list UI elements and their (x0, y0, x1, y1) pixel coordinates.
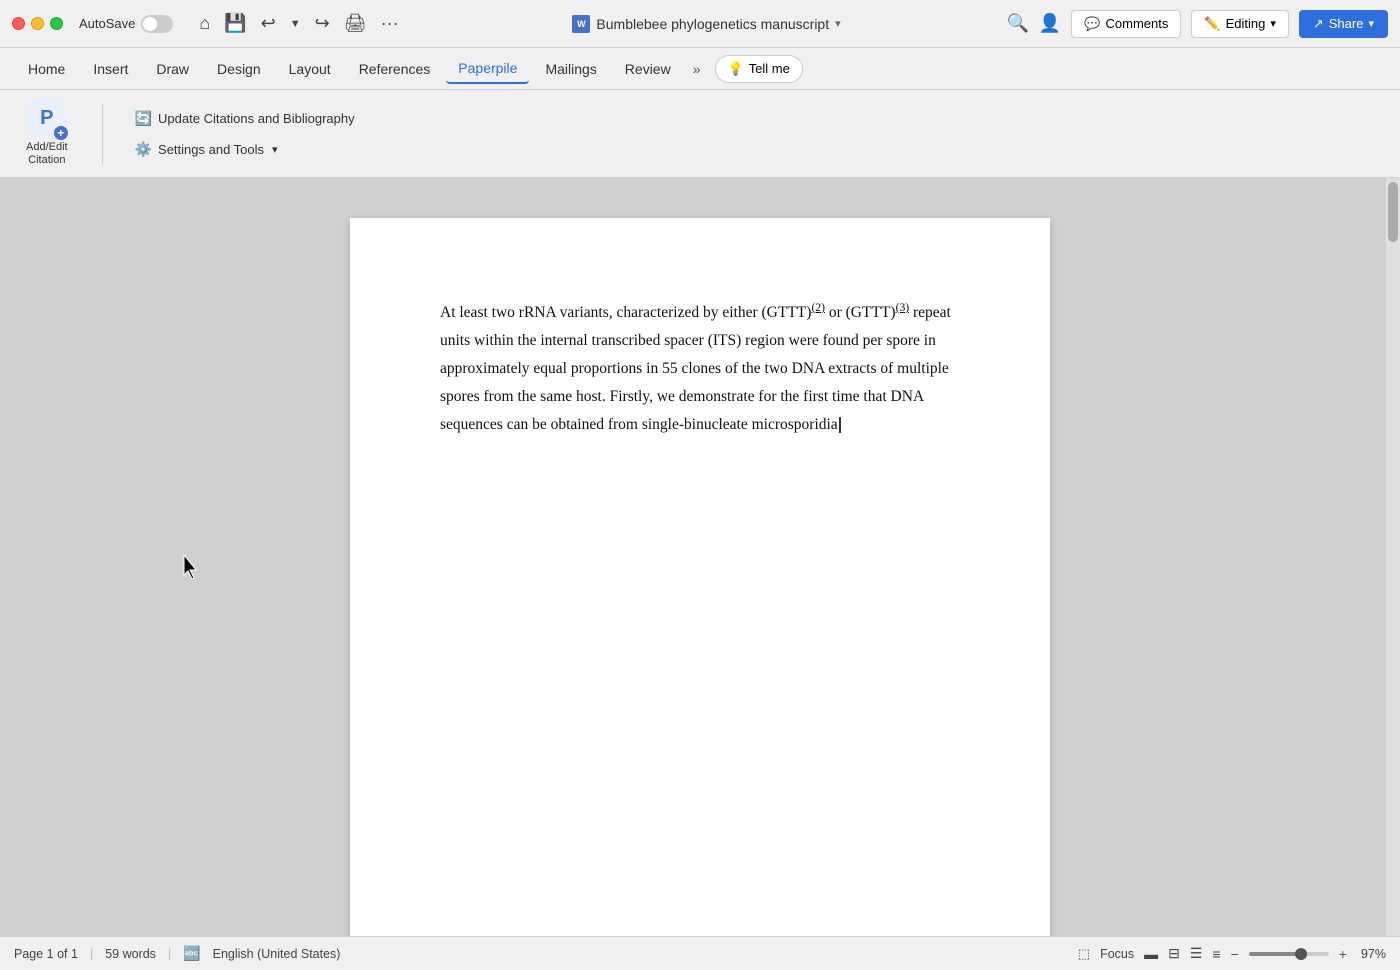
refresh-icon: 🔄 (135, 110, 152, 127)
doc-icon: W (572, 15, 590, 33)
ribbon-divider (102, 104, 103, 164)
vertical-scrollbar[interactable] (1386, 178, 1400, 936)
zoom-out-icon[interactable]: − (1231, 946, 1239, 962)
draft-view-icon[interactable]: ≡ (1212, 946, 1220, 962)
word-count: 59 words (105, 947, 156, 961)
zoom-in-icon[interactable]: + (1339, 946, 1347, 962)
autosave-area: AutoSave (79, 15, 173, 33)
spell-check-icon[interactable]: 🔤 (183, 945, 200, 962)
language[interactable]: English (United States) (213, 947, 341, 961)
status-bar: Page 1 of 1 | 59 words | 🔤 English (Unit… (0, 936, 1400, 970)
zoom-level: 97% (1361, 947, 1386, 961)
ribbon-tools: 🔄 Update Citations and Bibliography ⚙️ S… (127, 106, 363, 162)
document-title-area: W Bumblebee phylogenetics manuscript ▾ (415, 15, 999, 33)
comments-label: Comments (1106, 16, 1169, 31)
add-citation-label: Add/Edit Citation (26, 141, 68, 167)
paperpile-icon: P + (28, 100, 66, 138)
share-icon: ↗ (1313, 16, 1324, 32)
menu-review[interactable]: Review (613, 55, 683, 83)
menu-home[interactable]: Home (16, 55, 77, 83)
title-dropdown-icon[interactable]: ▾ (835, 17, 841, 30)
undo-icon[interactable]: ↩ (261, 13, 276, 34)
menu-layout[interactable]: Layout (277, 55, 343, 83)
tell-me-label: Tell me (749, 61, 790, 76)
status-right: ⬚ Focus ▬ ⊟ ☰ ≡ − + 97% (1078, 945, 1386, 962)
document-text: At least two rRNA variants, characterize… (440, 298, 960, 439)
title-bar-icons: ⌂ 💾 ↩ ▼ ↪ 🖨 ··· (199, 13, 398, 34)
status-divider-1: | (90, 947, 93, 961)
settings-dropdown-icon: ▾ (272, 143, 278, 156)
mouse-cursor (180, 553, 204, 586)
undo-dropdown-icon[interactable]: ▼ (290, 18, 301, 30)
page-content: At least two rRNA variants, characterize… (440, 298, 960, 439)
title-bar: AutoSave ⌂ 💾 ↩ ▼ ↪ 🖨 ··· W Bumblebee phy… (0, 0, 1400, 48)
editing-button[interactable]: ✏️ Editing ▾ (1191, 10, 1288, 38)
lightbulb-icon: 💡 (728, 61, 744, 77)
pencil-icon: ✏️ (1204, 16, 1220, 32)
share-dropdown-icon: ▾ (1368, 17, 1374, 30)
plus-icon: + (54, 126, 68, 140)
settings-tools-button[interactable]: ⚙️ Settings and Tools ▾ (127, 137, 363, 162)
gear-icon: ⚙️ (135, 141, 152, 158)
add-edit-citation-button[interactable]: P + Add/Edit Citation (16, 92, 78, 175)
menu-bar: Home Insert Draw Design Layout Reference… (0, 48, 1400, 90)
text-cursor (839, 417, 841, 433)
fullscreen-button[interactable] (50, 17, 63, 30)
print-layout-icon[interactable]: ▬ (1144, 946, 1158, 962)
comment-bubble-icon: 💬 (1084, 16, 1100, 32)
close-button[interactable] (12, 17, 25, 30)
save-icon[interactable]: 💾 (224, 13, 246, 34)
editing-label: Editing (1226, 16, 1266, 31)
menu-design[interactable]: Design (205, 55, 273, 83)
document-page[interactable]: At least two rRNA variants, characterize… (350, 218, 1050, 936)
ribbon: P + Add/Edit Citation 🔄 Update Citations… (0, 90, 1400, 178)
editing-dropdown-icon: ▾ (1270, 17, 1276, 30)
settings-label: Settings and Tools (158, 142, 264, 157)
account-icon[interactable]: 👤 (1039, 13, 1061, 34)
minimize-button[interactable] (31, 17, 44, 30)
title-bar-right: 🔍 👤 💬 Comments ✏️ Editing ▾ ↗ Share ▾ (1007, 10, 1389, 38)
document-area: At least two rRNA variants, characterize… (0, 178, 1400, 936)
comments-button[interactable]: 💬 Comments (1071, 10, 1181, 38)
traffic-lights (12, 17, 63, 30)
menu-mailings[interactable]: Mailings (533, 55, 608, 83)
update-citations-button[interactable]: 🔄 Update Citations and Bibliography (127, 106, 363, 131)
redo-icon[interactable]: ↪ (315, 13, 330, 34)
autosave-label: AutoSave (79, 16, 135, 31)
focus-icon: ⬚ (1078, 946, 1090, 962)
home-icon[interactable]: ⌂ (199, 13, 210, 34)
web-layout-icon[interactable]: ⊟ (1168, 945, 1180, 962)
more-icon[interactable]: ··· (381, 13, 399, 34)
menu-paperpile[interactable]: Paperpile (446, 54, 529, 84)
share-label: Share (1329, 16, 1364, 31)
zoom-track-fill (1249, 952, 1301, 956)
scrollbar-thumb[interactable] (1388, 182, 1398, 242)
zoom-thumb (1295, 948, 1307, 960)
share-button[interactable]: ↗ Share ▾ (1299, 10, 1388, 38)
page-info: Page 1 of 1 (14, 947, 78, 961)
menu-insert[interactable]: Insert (81, 55, 140, 83)
menu-overflow-icon[interactable]: » (687, 61, 707, 77)
document-title: Bumblebee phylogenetics manuscript (596, 16, 829, 32)
status-divider-2: | (168, 947, 171, 961)
focus-label[interactable]: Focus (1100, 947, 1134, 961)
tell-me-button[interactable]: 💡 Tell me (715, 55, 803, 83)
menu-references[interactable]: References (347, 55, 443, 83)
zoom-slider[interactable] (1249, 952, 1329, 956)
autosave-toggle[interactable] (141, 15, 173, 33)
menu-draw[interactable]: Draw (144, 55, 201, 83)
update-label: Update Citations and Bibliography (158, 111, 355, 126)
search-icon[interactable]: 🔍 (1007, 13, 1029, 34)
print-icon[interactable]: 🖨 (344, 13, 367, 34)
outline-view-icon[interactable]: ☰ (1190, 945, 1203, 962)
